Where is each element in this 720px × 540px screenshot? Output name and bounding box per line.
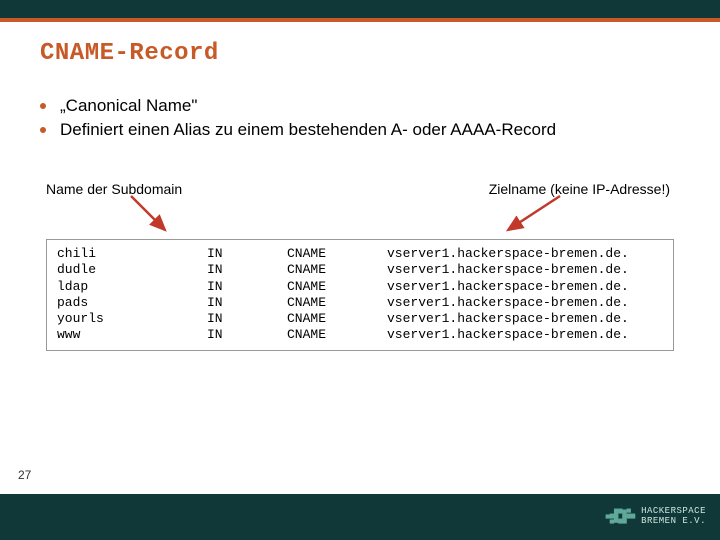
cell-sub: pads	[57, 295, 207, 311]
cell-type: CNAME	[287, 262, 387, 278]
arrow-area	[40, 199, 680, 239]
cell-sub: www	[57, 327, 207, 343]
logo-text-wrap: HACKERSPACE BREMEN E.V.	[641, 507, 706, 527]
slide-title: CNAME-Record	[40, 40, 680, 67]
table-row: ldap IN CNAME vserver1.hackerspace-breme…	[57, 279, 663, 295]
records-box: chili IN CNAME vserver1.hackerspace-brem…	[46, 239, 674, 351]
logo-text-line: BREMEN E.V.	[641, 517, 706, 527]
slide-content: CNAME-Record „Canonical Name" Definiert …	[0, 22, 720, 494]
bullet-item: Definiert einen Alias zu einem bestehend…	[40, 119, 680, 141]
cell-type: CNAME	[287, 246, 387, 262]
cell-target: vserver1.hackerspace-bremen.de.	[387, 262, 663, 278]
table-row: pads IN CNAME vserver1.hackerspace-breme…	[57, 295, 663, 311]
cell-sub: chili	[57, 246, 207, 262]
cell-type: CNAME	[287, 295, 387, 311]
cell-sub: dudle	[57, 262, 207, 278]
cell-in: IN	[207, 262, 287, 278]
cell-target: vserver1.hackerspace-bremen.de.	[387, 311, 663, 327]
logo: ▄▄ ▄ ▄█▀█▄▄ ▀▀█▄█▀▀ ▀ ▀▀ HACKERSPACE BRE…	[606, 507, 706, 527]
logo-pixel-icon: ▄▄ ▄ ▄█▀█▄▄ ▀▀█▄█▀▀ ▀ ▀▀	[606, 507, 636, 527]
cell-in: IN	[207, 311, 287, 327]
bullet-dot-icon	[40, 127, 46, 133]
table-row: yourls IN CNAME vserver1.hackerspace-bre…	[57, 311, 663, 327]
bullet-dot-icon	[40, 103, 46, 109]
bullet-list: „Canonical Name" Definiert einen Alias z…	[40, 95, 680, 141]
cell-in: IN	[207, 279, 287, 295]
cell-target: vserver1.hackerspace-bremen.de.	[387, 327, 663, 343]
cell-sub: ldap	[57, 279, 207, 295]
arrow-right-icon	[500, 194, 570, 234]
table-row: chili IN CNAME vserver1.hackerspace-brem…	[57, 246, 663, 262]
cell-sub: yourls	[57, 311, 207, 327]
cell-in: IN	[207, 246, 287, 262]
cell-target: vserver1.hackerspace-bremen.de.	[387, 279, 663, 295]
cell-target: vserver1.hackerspace-bremen.de.	[387, 295, 663, 311]
bullet-text: „Canonical Name"	[60, 95, 197, 117]
top-bar	[0, 0, 720, 18]
bullet-item: „Canonical Name"	[40, 95, 680, 117]
cell-type: CNAME	[287, 327, 387, 343]
cell-type: CNAME	[287, 279, 387, 295]
cell-target: vserver1.hackerspace-bremen.de.	[387, 246, 663, 262]
cell-type: CNAME	[287, 311, 387, 327]
page-number: 27	[18, 468, 31, 482]
table-row: dudle IN CNAME vserver1.hackerspace-brem…	[57, 262, 663, 278]
table-row: www IN CNAME vserver1.hackerspace-bremen…	[57, 327, 663, 343]
cell-in: IN	[207, 295, 287, 311]
footer-bar: ▄▄ ▄ ▄█▀█▄▄ ▀▀█▄█▀▀ ▀ ▀▀ HACKERSPACE BRE…	[0, 494, 720, 540]
cell-in: IN	[207, 327, 287, 343]
arrow-left-icon	[125, 194, 181, 234]
bullet-text: Definiert einen Alias zu einem bestehend…	[60, 119, 556, 141]
